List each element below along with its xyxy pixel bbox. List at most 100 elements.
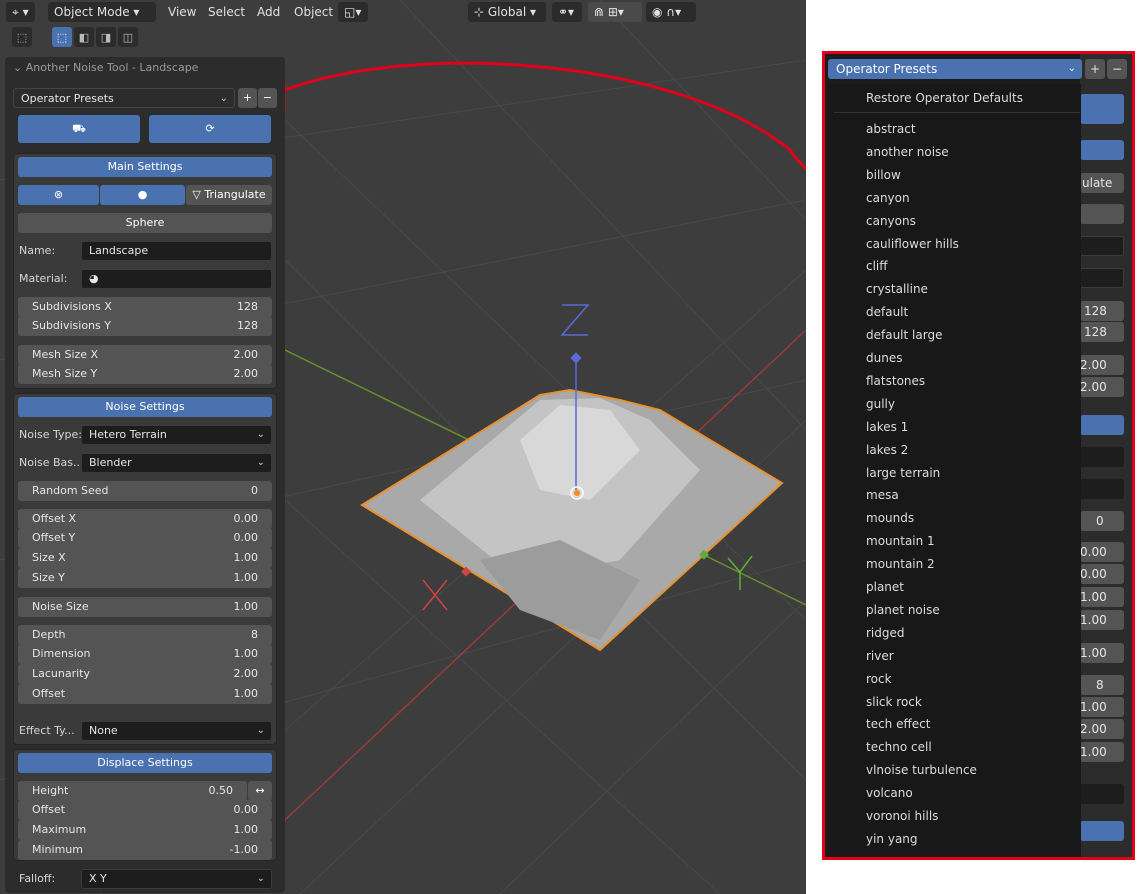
noise-settings-tab[interactable]: Noise Settings	[18, 397, 272, 417]
material-field[interactable]: ◕	[81, 269, 272, 289]
preset-item[interactable]: lakes 1	[866, 417, 908, 437]
preset-item[interactable]: planet	[866, 577, 904, 597]
preset-item[interactable]: flatstones	[866, 371, 925, 391]
sphere-button[interactable]: Sphere	[18, 213, 272, 233]
height-invert-icon[interactable]: ↔	[248, 781, 272, 801]
mode-dropdown[interactable]: Object Mode ▾	[48, 2, 156, 22]
lacunarity-field[interactable]: Lacunarity 2.00	[18, 664, 272, 684]
menu-select[interactable]: Select	[208, 2, 245, 22]
noise-basis-label: Noise Bas...	[19, 456, 84, 469]
pivot-icon[interactable]: ⚭▾	[552, 2, 582, 22]
offset-y-field[interactable]: Offset Y 0.00	[18, 528, 272, 548]
size-y-field[interactable]: Size Y 1.00	[18, 568, 272, 588]
proportional-edit-icon[interactable]: ◉ ∩▾	[646, 2, 696, 22]
effect-type-dropdown[interactable]: None ⌄	[81, 721, 272, 741]
preset-item[interactable]: mountain 2	[866, 554, 935, 574]
displace-settings-tab[interactable]: Displace Settings	[18, 753, 272, 773]
add-preset-button-zoom[interactable]: +	[1085, 59, 1105, 79]
remove-preset-button-zoom[interactable]: −	[1107, 59, 1127, 79]
noise-basis-dropdown[interactable]: Blender ⌄	[81, 453, 272, 473]
displace-offset-field[interactable]: Offset 0.00	[18, 800, 272, 820]
dimension-field[interactable]: Dimension 1.00	[18, 644, 272, 664]
noise-type-dropdown[interactable]: Hetero Terrain ⌄	[81, 425, 272, 445]
preset-item[interactable]: default	[866, 302, 908, 322]
presets-menu: Restore Operator Defaults abstract anothe…	[828, 84, 1081, 857]
preset-item[interactable]: crystalline	[866, 279, 928, 299]
orientation-dropdown[interactable]: ⊹ Global ▾	[468, 2, 546, 22]
random-seed-field[interactable]: Random Seed 0	[18, 481, 272, 501]
select-extend-icon[interactable]: ◧	[74, 27, 94, 47]
cursor-tool-icon[interactable]: ⬚	[12, 27, 32, 47]
minimum-field[interactable]: Minimum -1.00	[18, 840, 272, 860]
remove-preset-button[interactable]: −	[258, 88, 277, 108]
preset-item[interactable]: voronoi hills	[866, 806, 938, 826]
preset-item[interactable]: canyons	[866, 211, 916, 231]
smooth-toggle[interactable]: ●	[100, 185, 185, 205]
preset-item[interactable]: mesa	[866, 485, 899, 505]
offset-field[interactable]: Offset 1.00	[18, 684, 272, 704]
menu-add[interactable]: Add	[257, 2, 280, 22]
preset-item[interactable]: gully	[866, 394, 895, 414]
depth-field[interactable]: Depth 8	[18, 625, 272, 645]
snap-icon[interactable]: ⋒ ⊞▾	[588, 2, 642, 22]
preset-item[interactable]: volcano	[866, 783, 913, 803]
vertex-mode-button[interactable]: ⊗	[18, 185, 99, 205]
maximum-field[interactable]: Maximum 1.00	[18, 820, 272, 840]
preset-item[interactable]: yin yang	[866, 829, 918, 849]
restore-defaults-item[interactable]: Restore Operator Defaults	[866, 88, 1023, 108]
noise-type-label: Noise Type:	[19, 428, 82, 441]
offset-x-field[interactable]: Offset X 0.00	[18, 509, 272, 529]
preset-item[interactable]: another noise	[866, 142, 949, 162]
panel-title[interactable]: ⌄ Another Noise Tool - Landscape	[13, 61, 198, 74]
preset-item[interactable]: vlnoise turbulence	[866, 760, 977, 780]
falloff-label: Falloff:	[19, 872, 56, 885]
subdivisions-x-field[interactable]: Subdivisions X 128	[18, 297, 272, 317]
falloff-dropdown[interactable]: X Y ⌄	[81, 869, 272, 889]
preset-item[interactable]: slick rock	[866, 692, 922, 712]
mesh-size-x-field[interactable]: Mesh Size X 2.00	[18, 345, 272, 365]
subdivisions-y-field[interactable]: Subdivisions Y 128	[18, 316, 272, 336]
preset-item[interactable]: cliff	[866, 256, 888, 276]
preset-item[interactable]: dunes	[866, 348, 902, 368]
preset-item[interactable]: large terrain	[866, 463, 940, 483]
menu-object[interactable]: Object	[294, 2, 333, 22]
select-subtract-icon[interactable]: ◨	[96, 27, 116, 47]
preset-item[interactable]: cauliflower hills	[866, 234, 959, 254]
height-field[interactable]: Height 0.50	[18, 781, 247, 801]
preset-item[interactable]: lakes 2	[866, 440, 908, 460]
menu-divider	[834, 112, 1080, 113]
name-field[interactable]: Landscape	[81, 241, 272, 261]
presets-dropdown[interactable]: Operator Presets ⌄	[13, 88, 235, 108]
preset-item[interactable]: rock	[866, 669, 892, 689]
mesh-size-y-field[interactable]: Mesh Size Y 2.00	[18, 364, 272, 384]
landscape-icon-button[interactable]: ⛟	[18, 115, 140, 143]
presets-menu-zoom: ulate 128 128 2.00 2.00 0 0.00 0.00 1.00…	[822, 51, 1135, 860]
preset-item[interactable]: mounds	[866, 508, 914, 528]
preset-item[interactable]: default large	[866, 325, 942, 345]
main-settings-tab[interactable]: Main Settings	[18, 157, 272, 177]
noise-size-field[interactable]: Noise Size 1.00	[18, 597, 272, 617]
triangulate-button[interactable]: ▽ Triangulate	[186, 185, 272, 205]
preset-item[interactable]: billow	[866, 165, 901, 185]
size-x-field[interactable]: Size X 1.00	[18, 548, 272, 568]
editor-type-icon[interactable]: ⌖ ▾	[6, 2, 35, 22]
preset-item[interactable]: planet noise	[866, 600, 940, 620]
preset-item[interactable]: mountain 1	[866, 531, 935, 551]
chevron-down-icon: ⌄	[256, 725, 265, 736]
presets-dropdown-open[interactable]: Operator Presets ⌄	[828, 59, 1082, 79]
shading-icon[interactable]: ◱▾	[338, 2, 368, 22]
preset-item[interactable]: techno cell	[866, 737, 932, 757]
panel-behind-menu: ulate 128 128 2.00 2.00 0 0.00 0.00 1.00…	[1080, 54, 1132, 857]
preset-item[interactable]: ridged	[866, 623, 905, 643]
add-preset-button[interactable]: +	[238, 88, 257, 108]
menu-view[interactable]: View	[168, 2, 196, 22]
preset-item[interactable]: tech effect	[866, 714, 930, 734]
preset-item[interactable]: river	[866, 646, 894, 666]
select-box-icon[interactable]: ⬚	[52, 27, 72, 47]
refresh-icon-button[interactable]: ⟳	[149, 115, 271, 143]
select-toolbar: ⬚ ⬚ ◧ ◨ ◫	[12, 27, 138, 47]
preset-item[interactable]: abstract	[866, 119, 916, 139]
preset-item[interactable]: canyon	[866, 188, 910, 208]
select-intersect-icon[interactable]: ◫	[118, 27, 138, 47]
3d-viewport[interactable]: ⌖ ▾ Object Mode ▾ View Select Add Object…	[0, 0, 806, 894]
